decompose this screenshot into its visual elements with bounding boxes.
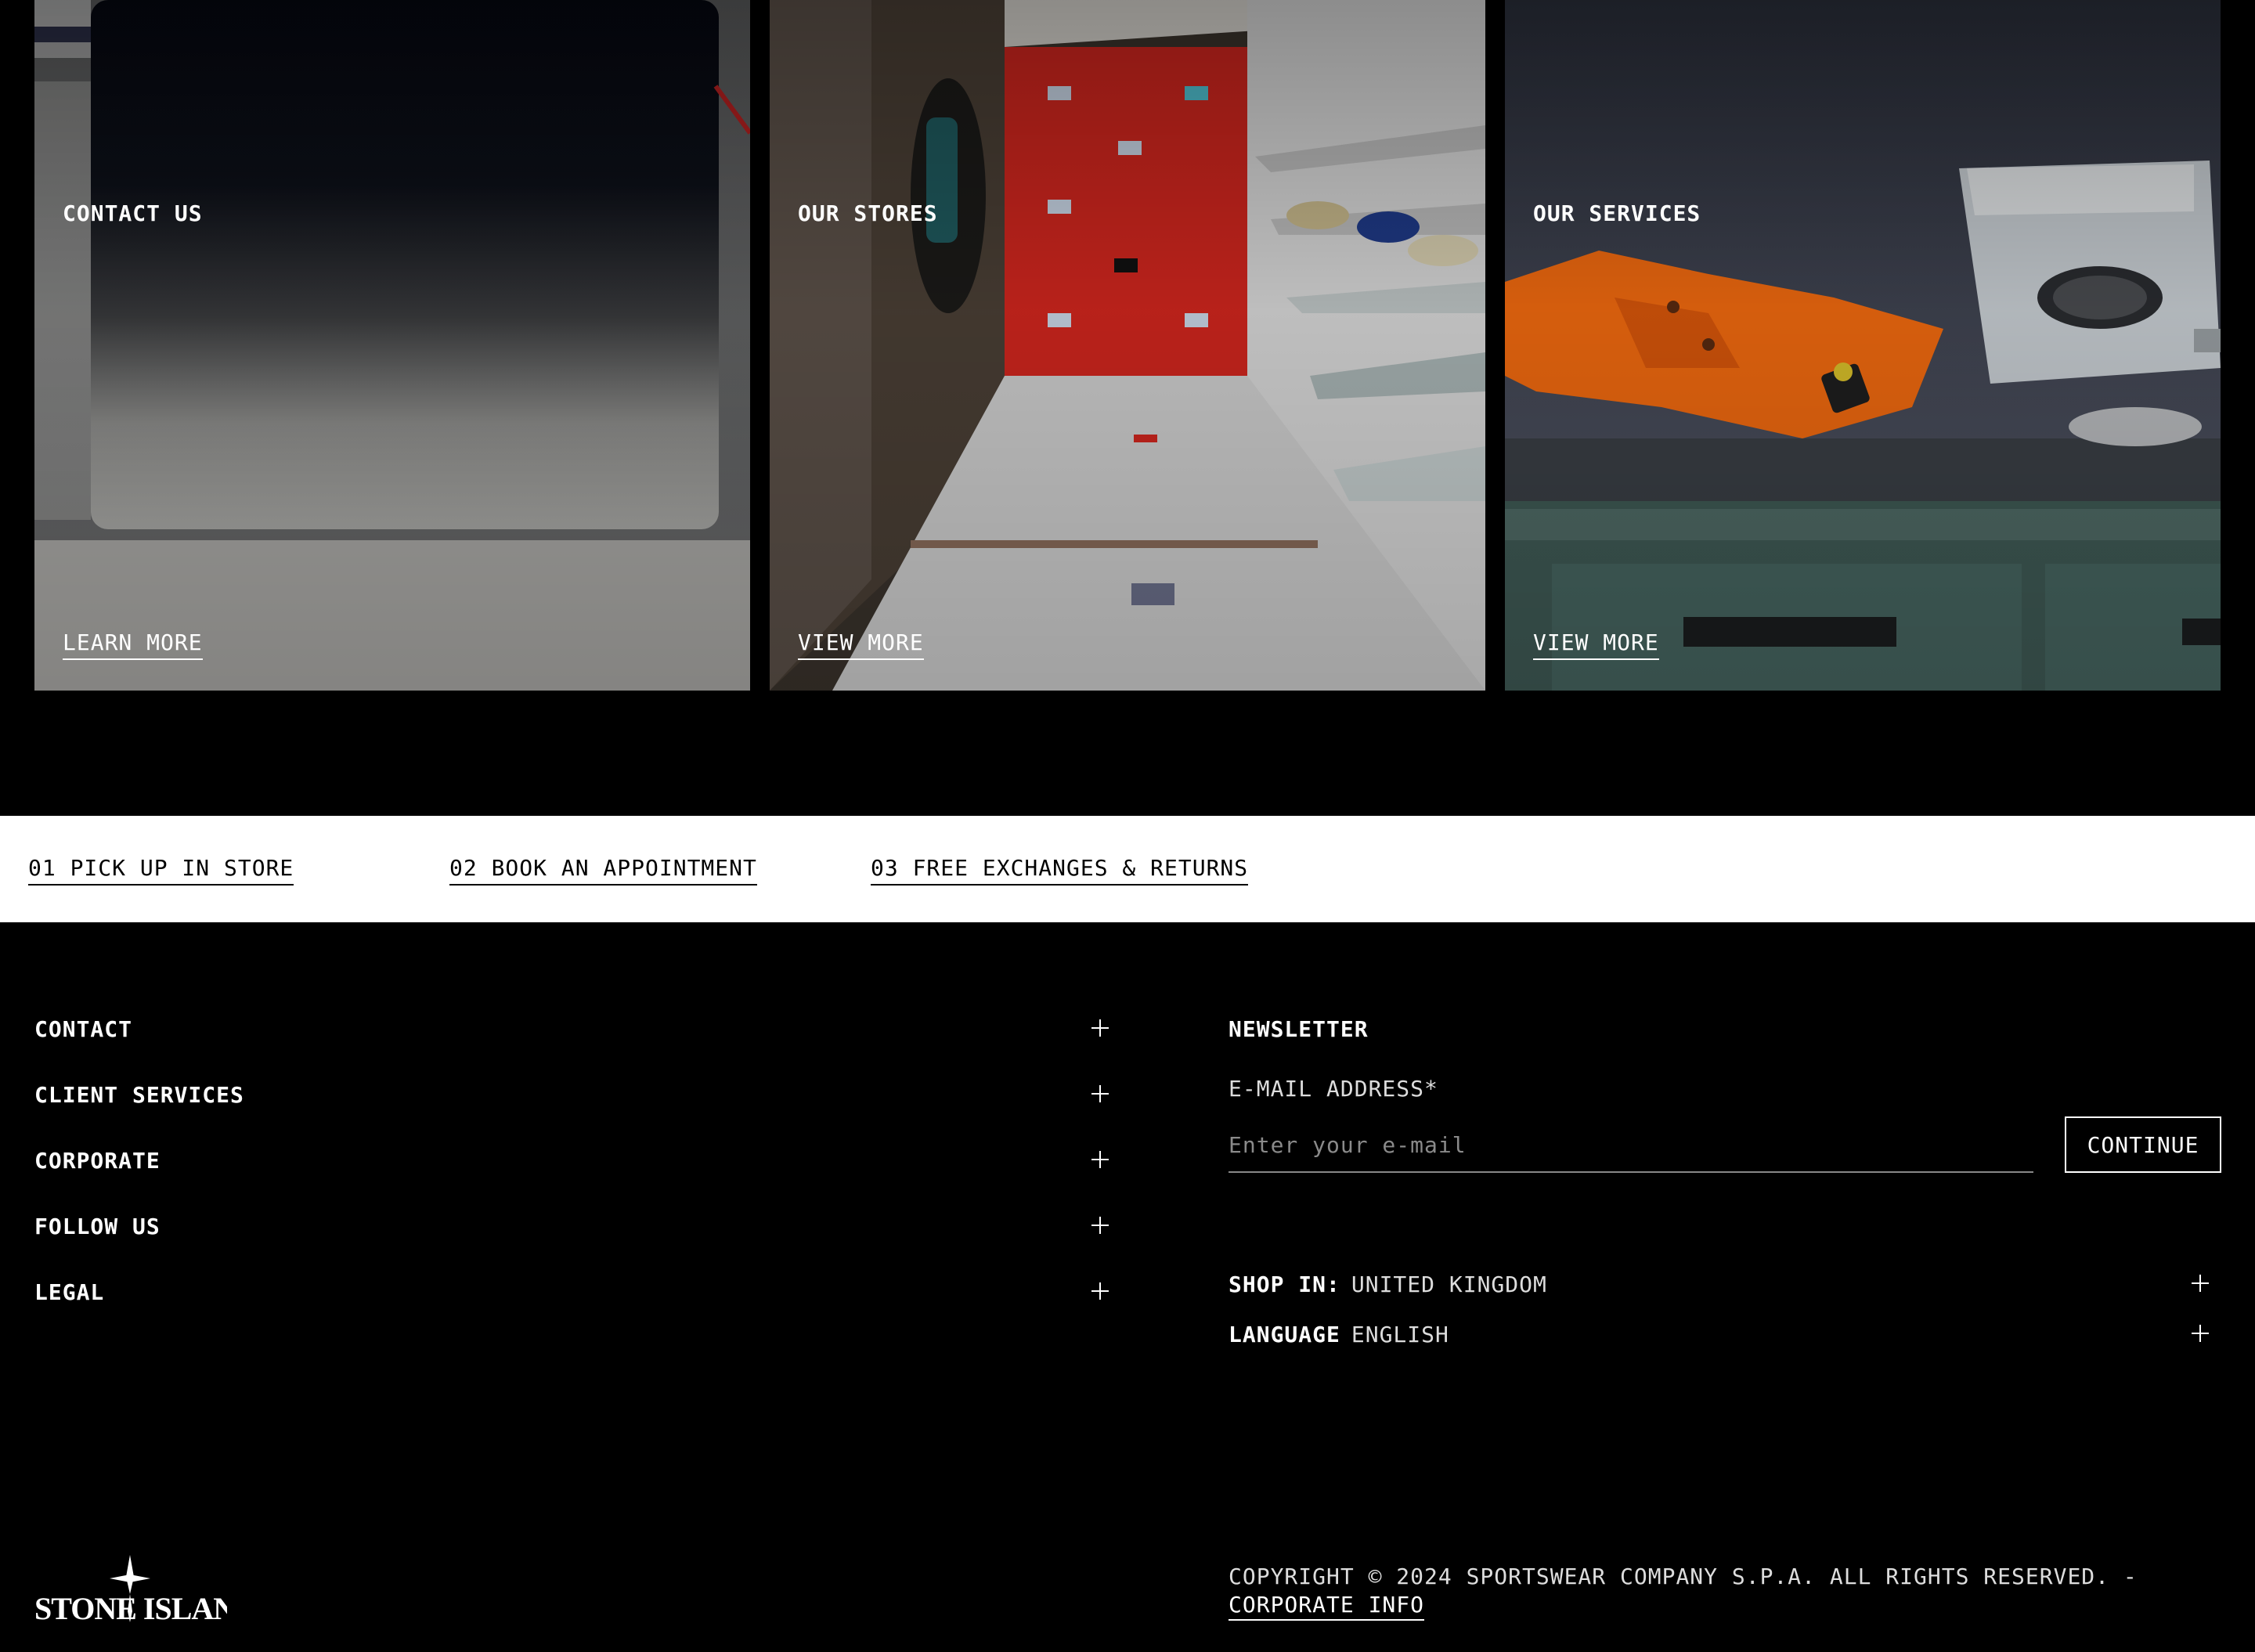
accordion-label: CLIENT SERVICES — [34, 1082, 244, 1108]
logo-text: STONE ISLAND — [34, 1591, 227, 1624]
accordion-label: CONTACT — [34, 1016, 133, 1042]
plus-icon[interactable] — [1091, 1282, 1109, 1300]
book-appointment-link[interactable]: 02 BOOK AN APPOINTMENT — [449, 855, 757, 886]
continue-button[interactable]: CONTINUE — [2065, 1116, 2221, 1173]
card-title: OUR STORES — [798, 200, 938, 226]
free-exchanges-returns-link[interactable]: 03 FREE EXCHANGES & RETURNS — [871, 855, 1249, 886]
footer-accordion-client-services[interactable]: CLIENT SERVICES — [34, 1082, 1113, 1113]
view-more-stores-link[interactable]: VIEW MORE — [798, 629, 924, 660]
language-value: ENGLISH — [1351, 1322, 1449, 1347]
shop-in-selector[interactable]: SHOP IN: UNITED KINGDOM — [1229, 1271, 2221, 1303]
shop-in-value: UNITED KINGDOM — [1351, 1271, 1547, 1297]
plus-icon[interactable] — [1091, 1019, 1109, 1037]
footer-accordion-legal[interactable]: LEGAL — [34, 1279, 1113, 1311]
accordion-label: FOLLOW US — [34, 1214, 161, 1239]
accordion-label: CORPORATE — [34, 1148, 161, 1174]
card-our-stores[interactable]: OUR STORES VIEW MORE — [770, 0, 1485, 691]
plus-icon[interactable] — [1091, 1085, 1109, 1102]
footer-accordion-contact[interactable]: CONTACT — [34, 1016, 1113, 1048]
plus-icon[interactable] — [1091, 1217, 1109, 1234]
corporate-info-link[interactable]: CORPORATE INFO — [1229, 1592, 1425, 1621]
feature-cards: CONTACT US LEARN MORE OUR STORES VIEW MO… — [34, 0, 2221, 691]
card-title: OUR SERVICES — [1533, 200, 1701, 226]
email-label: E-MAIL ADDRESS* — [1229, 1076, 1438, 1102]
email-field[interactable] — [1229, 1118, 2033, 1173]
plus-icon[interactable] — [2192, 1325, 2209, 1342]
newsletter-title: NEWSLETTER — [1229, 1016, 1369, 1042]
footer-accordion-corporate[interactable]: CORPORATE — [34, 1148, 1113, 1179]
services-strip: 01 PICK UP IN STORE 02 BOOK AN APPOINTME… — [0, 816, 2255, 922]
view-more-services-link[interactable]: VIEW MORE — [1533, 629, 1659, 660]
stone-island-logo[interactable]: STONE ISLAND — [34, 1555, 227, 1624]
learn-more-link[interactable]: LEARN MORE — [63, 629, 203, 660]
copyright: COPYRIGHT © 2024 SPORTSWEAR COMPANY S.P.… — [1229, 1563, 2207, 1621]
card-our-services[interactable]: OUR SERVICES VIEW MORE — [1505, 0, 2221, 691]
language-label: LANGUAGE — [1229, 1322, 1340, 1347]
language-selector[interactable]: LANGUAGE ENGLISH — [1229, 1322, 2221, 1353]
footer-accordion-follow-us[interactable]: FOLLOW US — [34, 1214, 1113, 1245]
accordion-label: LEGAL — [34, 1279, 105, 1305]
copyright-text: COPYRIGHT © 2024 SPORTSWEAR COMPANY S.P.… — [1229, 1564, 2138, 1589]
card-contact-us[interactable]: CONTACT US LEARN MORE — [34, 0, 750, 691]
plus-icon[interactable] — [1091, 1151, 1109, 1168]
plus-icon[interactable] — [2192, 1275, 2209, 1292]
shop-in-label: SHOP IN: — [1229, 1271, 1340, 1297]
pick-up-in-store-link[interactable]: 01 PICK UP IN STORE — [28, 855, 294, 886]
card-title: CONTACT US — [63, 200, 203, 226]
